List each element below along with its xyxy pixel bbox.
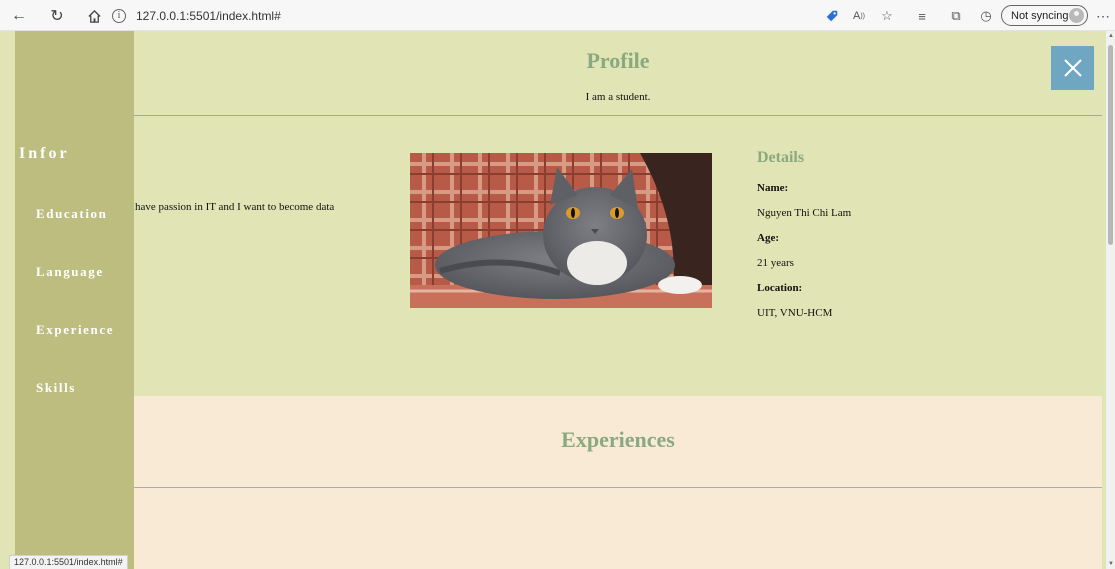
site-info-icon[interactable]: i	[112, 8, 126, 23]
close-button[interactable]	[1051, 46, 1094, 90]
details-title: Details	[757, 149, 805, 166]
browser-toolbar: ← ↻ i 127.0.0.1:5501/index.html# A)) ☆ ≡…	[0, 0, 1115, 31]
home-icon[interactable]	[84, 6, 104, 26]
more-options-icon[interactable]: ⋯	[1093, 6, 1113, 26]
sidebar-item-language[interactable]: Language	[36, 264, 104, 280]
avatar-icon	[1069, 8, 1084, 23]
page-content: Infor Education Language Experience Skil…	[0, 31, 1115, 569]
name-label: Name:	[757, 182, 789, 194]
age-value: 21 years	[757, 257, 794, 269]
favorites-list-icon[interactable]: ≡	[912, 6, 932, 26]
scrollbar-thumb[interactable]	[1108, 45, 1113, 245]
cat-photo	[410, 153, 712, 308]
sidebar-item-skills[interactable]: Skills	[36, 380, 76, 396]
close-icon	[1063, 59, 1082, 77]
url-text: 127.0.0.1:5501/index.html#	[136, 8, 281, 23]
history-icon[interactable]: ◷	[976, 6, 996, 26]
profile-subtitle: I am a student.	[585, 91, 651, 103]
age-label: Age:	[757, 232, 779, 244]
read-aloud-icon[interactable]: A))	[849, 6, 869, 26]
scroll-up-icon[interactable]: ▲	[1108, 33, 1114, 39]
experience-title: Experiences	[561, 427, 675, 452]
profile-section: Profile I am a student. have passion in …	[134, 31, 1102, 396]
sync-label: Not syncing	[1011, 9, 1069, 22]
left-edge	[0, 31, 15, 569]
sidebar-item-education[interactable]: Education	[36, 206, 107, 222]
experience-section: Experiences	[134, 396, 1102, 569]
address-bar[interactable]: i 127.0.0.1:5501/index.html#	[112, 5, 812, 26]
sidebar-item-experience[interactable]: Experience	[36, 322, 114, 338]
favorite-star-icon[interactable]: ☆	[877, 6, 897, 26]
sidebar: Infor Education Language Experience Skil…	[15, 31, 134, 569]
collections-icon[interactable]: ⧉	[946, 6, 966, 26]
sidebar-title: Infor	[19, 145, 70, 162]
vertical-scrollbar[interactable]: ▲ ▼	[1106, 31, 1115, 569]
divider	[134, 487, 1102, 488]
location-value: UIT, VNU-HCM	[757, 307, 833, 319]
refresh-icon[interactable]: ↻	[47, 6, 67, 26]
scroll-down-icon[interactable]: ▼	[1108, 561, 1114, 567]
tag-icon[interactable]	[822, 6, 842, 26]
passion-text: have passion in IT and I want to become …	[135, 201, 335, 213]
sync-profile-button[interactable]: Not syncing	[1001, 5, 1088, 26]
profile-title: Profile	[586, 48, 650, 73]
back-arrow-icon[interactable]: ←	[9, 6, 29, 26]
divider	[134, 115, 1102, 116]
location-label: Location:	[757, 282, 803, 294]
name-value: Nguyen Thi Chi Lam	[757, 207, 852, 219]
status-bar-url: 127.0.0.1:5501/index.html#	[9, 555, 128, 569]
